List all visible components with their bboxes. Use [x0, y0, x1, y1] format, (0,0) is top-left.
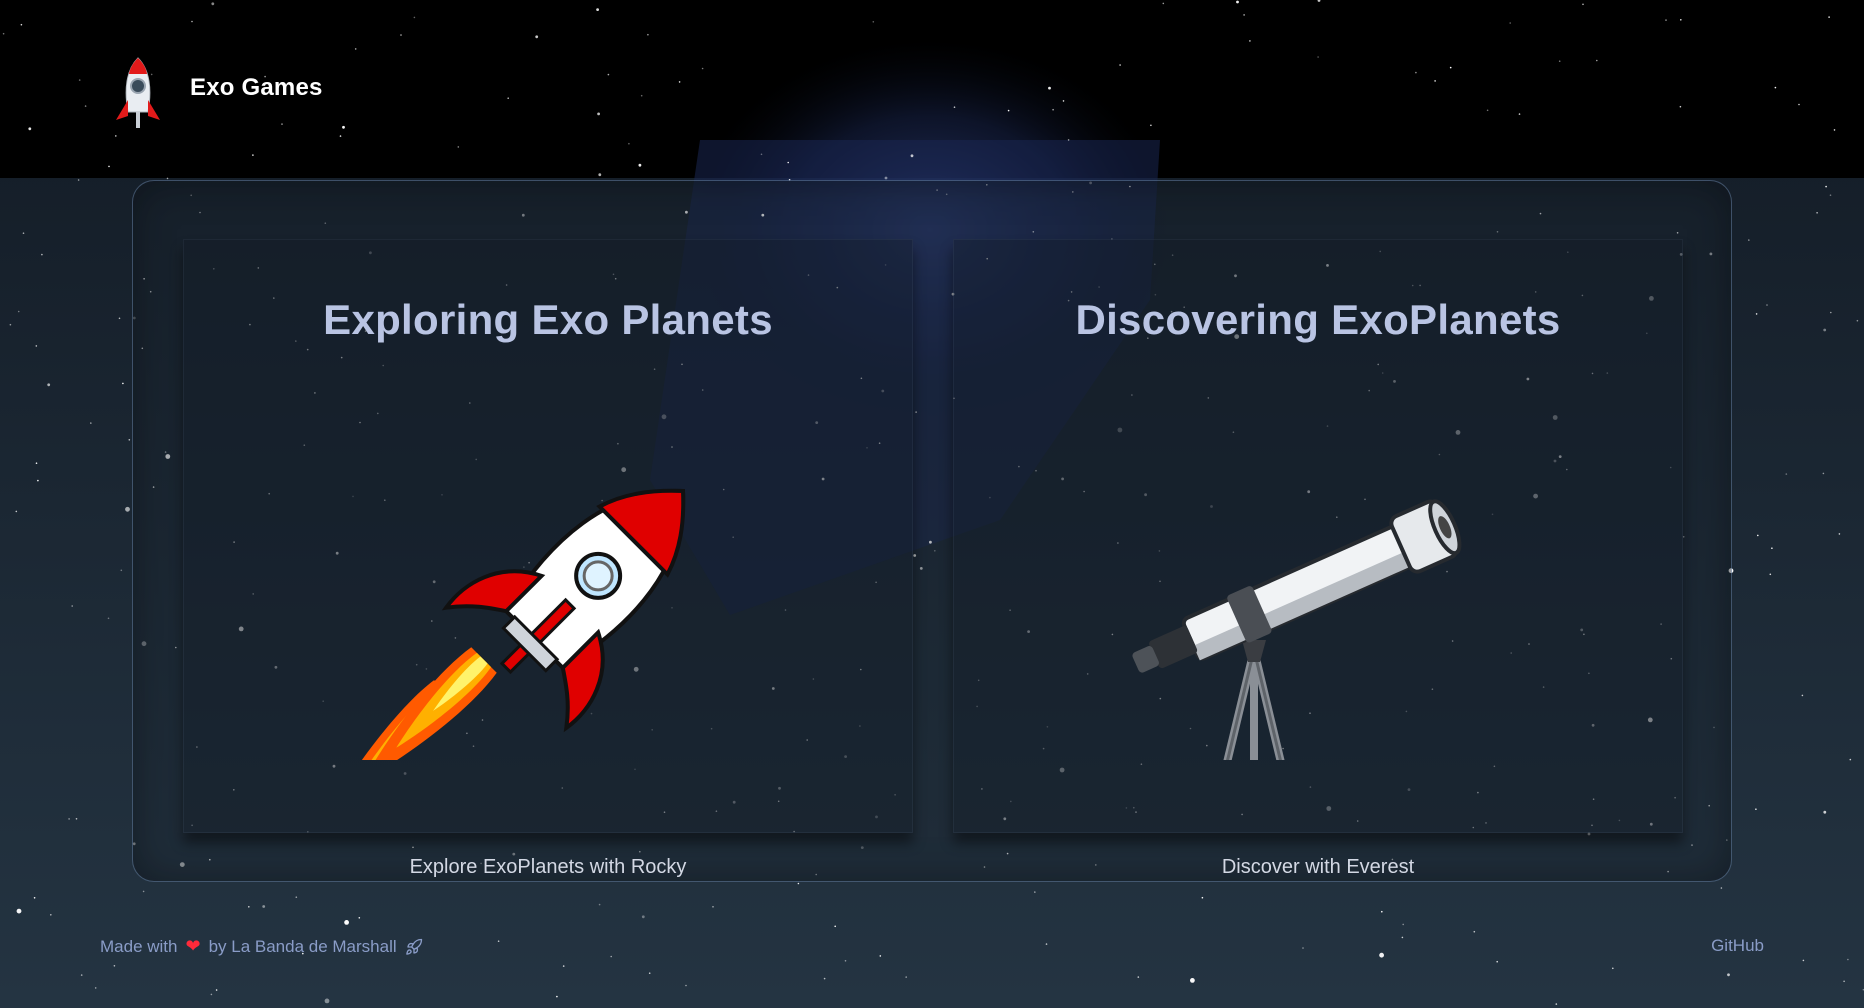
card-discovering[interactable]: Discovering ExoPlanets Discover with Eve… — [953, 239, 1683, 878]
footer-credit: Made with ❤ by La Banda de Marshall — [100, 936, 423, 957]
rocket-icon[interactable] — [110, 56, 166, 136]
card-title: Discovering ExoPlanets — [1075, 296, 1561, 343]
top-bar: Exo Games — [0, 0, 1864, 178]
card-exploring[interactable]: Exploring Exo Planets Explore ExoPlanets… — [183, 239, 913, 878]
card-caption[interactable]: Explore ExoPlanets with Rocky — [184, 856, 912, 879]
games-panel: Exploring Exo Planets Explore ExoPlanets… — [132, 180, 1732, 882]
card-title: Exploring Exo Planets — [323, 296, 773, 343]
credit-text: by La Banda de Marshall — [208, 936, 397, 956]
card-caption[interactable]: Discover with Everest — [954, 856, 1682, 879]
page: Exo Games Exploring Exo Planets Explore … — [0, 0, 1864, 1008]
rocket-outline-icon — [405, 938, 422, 955]
app-title[interactable]: Exo Games — [190, 74, 323, 102]
rocket-icon — [337, 488, 686, 760]
heart-icon: ❤ — [185, 936, 201, 956]
github-link[interactable]: GitHub — [1711, 936, 1764, 956]
footer: Made with ❤ by La Banda de Marshall GitH… — [0, 930, 1864, 960]
made-with-text: Made with — [100, 936, 178, 956]
telescope-icon — [1132, 499, 1462, 760]
